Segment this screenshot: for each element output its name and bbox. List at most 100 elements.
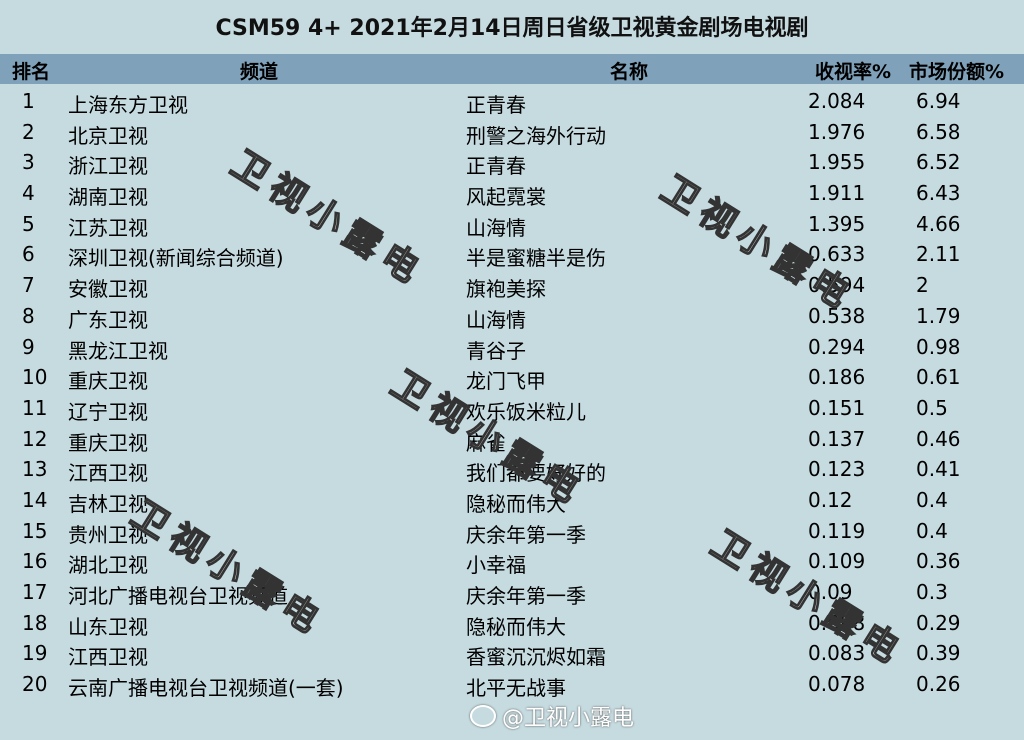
table-row: 6 深圳卫视(新闻综合频道) 半是蜜糖半是伤 0.633 2.11 <box>0 239 1024 270</box>
cell-rating: 0.538 <box>808 303 866 328</box>
cell-share: 0.41 <box>916 457 961 482</box>
header-rank: 排名 <box>12 61 51 83</box>
table-row: 4 湖南卫视 风起霓裳 1.911 6.43 <box>0 178 1024 209</box>
cell-share: 6.52 <box>916 150 961 175</box>
cell-name: 山海情 <box>466 215 526 240</box>
header-rating: 收视率% <box>815 61 892 83</box>
table-row: 17 河北广播电视台卫视频道 庆余年第一季 0.09 0.3 <box>0 577 1024 608</box>
cell-rank: 16 <box>22 549 48 574</box>
cell-rank: 10 <box>22 365 48 390</box>
table-row: 1 上海东方卫视 正青春 2.084 6.94 <box>0 86 1024 117</box>
cell-rating: 0.123 <box>808 457 866 482</box>
cell-channel: 贵州卫视 <box>68 522 148 547</box>
cell-name: 正青春 <box>466 154 526 179</box>
cell-name: 隐秘而伟大 <box>466 614 566 639</box>
weibo-icon <box>470 705 496 727</box>
cell-channel: 江西卫视 <box>68 645 148 670</box>
table-row: 14 吉林卫视 隐秘而伟大 0.12 0.4 <box>0 485 1024 516</box>
cell-name: 龙门飞甲 <box>466 369 546 394</box>
table-row: 15 贵州卫视 庆余年第一季 0.119 0.4 <box>0 516 1024 547</box>
cell-name: 隐秘而伟大 <box>466 491 566 516</box>
cell-rank: 6 <box>22 242 35 267</box>
page-title: CSM59 4+ 2021年2月14日周日省级卫视黄金剧场电视剧 <box>215 16 809 41</box>
cell-channel: 湖南卫视 <box>68 185 148 210</box>
cell-share: 0.98 <box>916 334 961 359</box>
header-channel: 频道 <box>240 61 279 83</box>
cell-channel: 辽宁卫视 <box>68 399 148 424</box>
cell-rating: 0.137 <box>808 426 866 451</box>
cell-rating: 0.633 <box>808 242 866 267</box>
table-row: 10 重庆卫视 龙门飞甲 0.186 0.61 <box>0 362 1024 393</box>
cell-rank: 13 <box>22 457 48 482</box>
cell-name: 半是蜜糖半是伤 <box>466 246 606 271</box>
cell-channel: 广东卫视 <box>68 307 148 332</box>
cell-name: 欢乐饭米粒儿 <box>466 399 586 424</box>
table-row: 9 黑龙江卫视 青谷子 0.294 0.98 <box>0 332 1024 363</box>
cell-rating: 1.911 <box>808 181 866 206</box>
cell-channel: 吉林卫视 <box>68 491 148 516</box>
cell-share: 0.36 <box>916 549 961 574</box>
cell-share: 0.4 <box>916 487 948 512</box>
cell-rating: 2.084 <box>808 89 866 113</box>
table-row: 12 重庆卫视 麻雀 0.137 0.46 <box>0 424 1024 455</box>
cell-rank: 20 <box>22 672 48 697</box>
cell-rank: 12 <box>22 426 48 451</box>
cell-name: 香蜜沉沉烬如霜 <box>466 645 606 670</box>
cell-channel: 云南广播电视台卫视频道(一套) <box>68 676 344 701</box>
cell-rank: 14 <box>22 487 48 512</box>
cell-share: 6.94 <box>916 89 961 113</box>
cell-name: 北平无战事 <box>466 676 566 701</box>
table-row: 13 江西卫视 我们都要好好的 0.123 0.41 <box>0 454 1024 485</box>
cell-share: 1.79 <box>916 303 961 328</box>
cell-share: 6.43 <box>916 181 961 206</box>
cell-channel: 黑龙江卫视 <box>68 338 168 363</box>
table-row: 18 山东卫视 隐秘而伟大 0.088 0.29 <box>0 608 1024 639</box>
cell-rating: 0.119 <box>808 518 866 543</box>
cell-rating: 0.12 <box>808 487 853 512</box>
cell-rank: 19 <box>22 641 48 666</box>
cell-channel: 浙江卫视 <box>68 154 148 179</box>
cell-rating: 0.186 <box>808 365 866 390</box>
cell-rating: 0.088 <box>808 610 866 635</box>
cell-share: 0.39 <box>916 641 961 666</box>
weibo-handle: @卫视小露电 <box>502 706 635 731</box>
cell-name: 正青春 <box>466 93 526 117</box>
cell-rank: 15 <box>22 518 48 543</box>
cell-rank: 2 <box>22 119 35 144</box>
cell-rank: 5 <box>22 211 35 236</box>
cell-share: 0.5 <box>916 395 948 420</box>
table-row: 5 江苏卫视 山海情 1.395 4.66 <box>0 209 1024 240</box>
cell-rating: 0.151 <box>808 395 866 420</box>
cell-rating: 1.955 <box>808 150 866 175</box>
cell-share: 0.46 <box>916 426 961 451</box>
cell-name: 刑警之海外行动 <box>466 123 606 148</box>
cell-rank: 18 <box>22 610 48 635</box>
table-header: 排名 频道 名称 收视率% 市场份额% <box>0 54 1024 84</box>
table-row: 3 浙江卫视 正青春 1.955 6.52 <box>0 147 1024 178</box>
cell-name: 山海情 <box>466 307 526 332</box>
cell-channel: 安徽卫视 <box>68 277 148 302</box>
table-body: 1 上海东方卫视 正青春 2.084 6.94 2 北京卫视 刑警之海外行动 1.976 6.58… <box>0 86 1024 700</box>
cell-rating: 0.294 <box>808 334 866 359</box>
weibo-credit: @卫视小露电 <box>470 700 634 732</box>
table-row: 16 湖北卫视 小幸福 0.109 0.36 <box>0 546 1024 577</box>
cell-rating: 0.109 <box>808 549 866 574</box>
cell-rank: 17 <box>22 580 48 604</box>
cell-channel: 重庆卫视 <box>68 430 148 455</box>
cell-rating: 1.976 <box>808 119 866 144</box>
cell-rating: 0.09 <box>808 580 853 604</box>
table-row: 20 云南广播电视台卫视频道(一套) 北平无战事 0.078 0.26 <box>0 669 1024 700</box>
cell-channel: 江苏卫视 <box>68 215 148 240</box>
cell-channel: 江西卫视 <box>68 461 148 486</box>
cell-channel: 上海东方卫视 <box>68 93 188 117</box>
cell-share: 0.61 <box>916 365 961 390</box>
cell-rating: 0.594 <box>808 273 866 298</box>
cell-name: 青谷子 <box>466 338 526 363</box>
cell-name: 小幸福 <box>466 553 526 578</box>
cell-channel: 北京卫视 <box>68 123 148 148</box>
cell-share: 0.29 <box>916 610 961 635</box>
cell-name: 麻雀 <box>466 430 506 455</box>
table-row: 8 广东卫视 山海情 0.538 1.79 <box>0 301 1024 332</box>
cell-share: 0.3 <box>916 580 948 604</box>
cell-channel: 山东卫视 <box>68 614 148 639</box>
